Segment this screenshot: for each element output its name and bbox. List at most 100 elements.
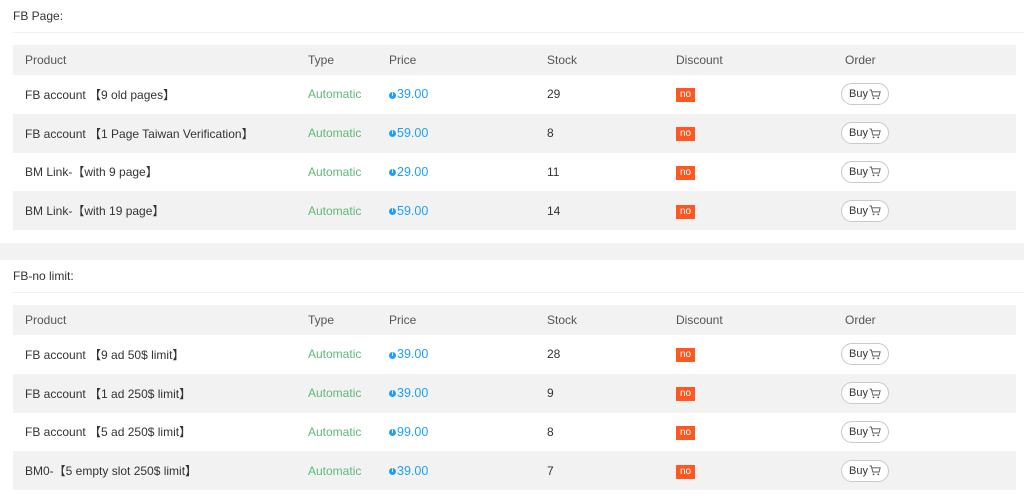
buy-button[interactable]: Buy [841, 160, 889, 183]
product-stock: 28 [547, 347, 561, 362]
buy-button[interactable]: Buy [841, 83, 889, 106]
table-header-row: Product Type Price Stock Discount Order [13, 45, 1016, 75]
section-fb-page: FB Page: Product Type Price Stock Discou… [0, 0, 1024, 243]
section-title: FB-no limit: [13, 260, 1024, 293]
header-price: Price [389, 313, 417, 327]
buy-label: Buy [849, 425, 868, 438]
product-discount: no [664, 413, 833, 452]
info-icon: i [389, 351, 396, 359]
table-row: FB account 【5 ad 250$ limit】 Automatic i… [13, 412, 1016, 452]
buy-button[interactable]: Buy [841, 382, 889, 405]
buy-label: Buy [849, 464, 868, 477]
product-discount: no [664, 114, 833, 153]
buy-button[interactable]: Buy [841, 199, 889, 222]
product-type: Automatic [308, 386, 362, 401]
price-value: 99.00 [397, 424, 429, 439]
info-icon: i [389, 169, 396, 177]
product-order: Buy [833, 75, 1016, 114]
product-name: FB account 【1 Page Taiwan Verification】 [25, 126, 254, 141]
product-type: Automatic [308, 126, 362, 141]
table-row: BM Link-【with 9 page】 Automatic i 29.00 1… [13, 152, 1016, 192]
header-order: Order [845, 53, 876, 67]
info-icon: i [389, 207, 396, 215]
discount-badge: no [676, 88, 696, 103]
product-table: Product Type Price Stock Discount Order … [13, 305, 1016, 491]
header-order: Order [845, 313, 876, 327]
info-icon: i [389, 91, 396, 99]
table-row: FB account 【9 old pages】 Automatic i 39.0… [13, 75, 1016, 114]
product-price: i 29.00 [377, 153, 535, 192]
product-name: FB account 【5 ad 250$ limit】 [25, 425, 192, 440]
cart-icon [869, 427, 881, 437]
product-type: Automatic [308, 347, 362, 362]
header-stock: Stock [547, 313, 578, 327]
table-row: FB account 【1 ad 250$ limit】 Automatic i… [13, 373, 1016, 413]
discount-badge: no [676, 165, 696, 180]
buy-label: Buy [849, 88, 868, 101]
info-icon: i [389, 429, 396, 437]
product-name: FB account 【9 old pages】 [25, 87, 176, 102]
price-value: 59.00 [397, 126, 429, 141]
price-value: 39.00 [397, 347, 429, 362]
discount-badge: no [676, 204, 696, 219]
price-value: 29.00 [397, 164, 429, 179]
product-name: BM Link-【with 19 page】 [25, 204, 165, 219]
cart-icon [869, 167, 881, 177]
header-discount: Discount [676, 313, 723, 327]
price-value: 39.00 [397, 463, 429, 478]
product-type: Automatic [308, 463, 362, 478]
product-price: i 39.00 [377, 75, 535, 114]
table-header-row: Product Type Price Stock Discount Order [13, 305, 1016, 335]
table-row: FB account 【9 ad 50$ limit】 Automatic i3… [13, 335, 1016, 374]
product-stock: 11 [547, 164, 560, 179]
product-stock: 7 [547, 463, 554, 478]
product-discount: no [664, 451, 833, 490]
buy-button[interactable]: Buy [841, 122, 889, 145]
info-icon: i [389, 130, 396, 138]
header-type: Type [308, 313, 335, 327]
product-price: i 59.00 [377, 114, 535, 153]
buy-label: Buy [849, 165, 868, 178]
header-product: Product [25, 53, 67, 67]
header-price: Price [389, 53, 417, 67]
header-discount: Discount [676, 53, 723, 67]
product-price: i 59.00 [377, 191, 535, 230]
info-icon: i [389, 467, 396, 475]
product-price: i 39.00 [377, 374, 535, 413]
buy-button[interactable]: Buy [841, 459, 889, 482]
product-order: Buy [833, 335, 1016, 374]
product-stock: 8 [547, 424, 554, 439]
discount-badge: no [676, 348, 696, 363]
product-discount: no [664, 191, 833, 230]
product-stock: 14 [547, 203, 561, 218]
product-price: i 99.00 [377, 413, 535, 452]
cart-icon [869, 388, 881, 398]
product-table: Product Type Price Stock Discount Order … [13, 45, 1016, 231]
table-row: BM Link-【with 19 page】 Automatic i 59.00 … [13, 191, 1016, 231]
buy-button[interactable]: Buy [841, 420, 889, 443]
discount-badge: no [676, 425, 696, 440]
cart-icon [869, 465, 881, 476]
product-price: i 39.00 [377, 335, 535, 374]
buy-label: Buy [849, 204, 868, 217]
product-type: Automatic [308, 424, 362, 439]
section-title: FB Page: [13, 0, 1024, 33]
buy-label: Buy [849, 387, 868, 400]
price-value: 39.00 [397, 87, 429, 102]
info-icon: i [389, 390, 396, 398]
buy-button[interactable]: Buy [841, 343, 889, 366]
price-value: 59.00 [397, 203, 429, 218]
discount-badge: no [676, 387, 696, 402]
header-stock: Stock [547, 53, 578, 67]
product-stock: 9 [547, 386, 554, 401]
product-discount: no [664, 374, 833, 413]
cart-icon [869, 128, 881, 138]
discount-badge: no [676, 464, 696, 479]
buy-label: Buy [849, 348, 868, 361]
product-stock: 8 [547, 126, 554, 141]
product-order: Buy [833, 114, 1016, 153]
product-discount: no [664, 153, 833, 192]
buy-label: Buy [849, 127, 868, 140]
product-type: Automatic [308, 87, 362, 102]
product-name: BM0-【5 empty slot 250$ limit】 [25, 464, 198, 479]
